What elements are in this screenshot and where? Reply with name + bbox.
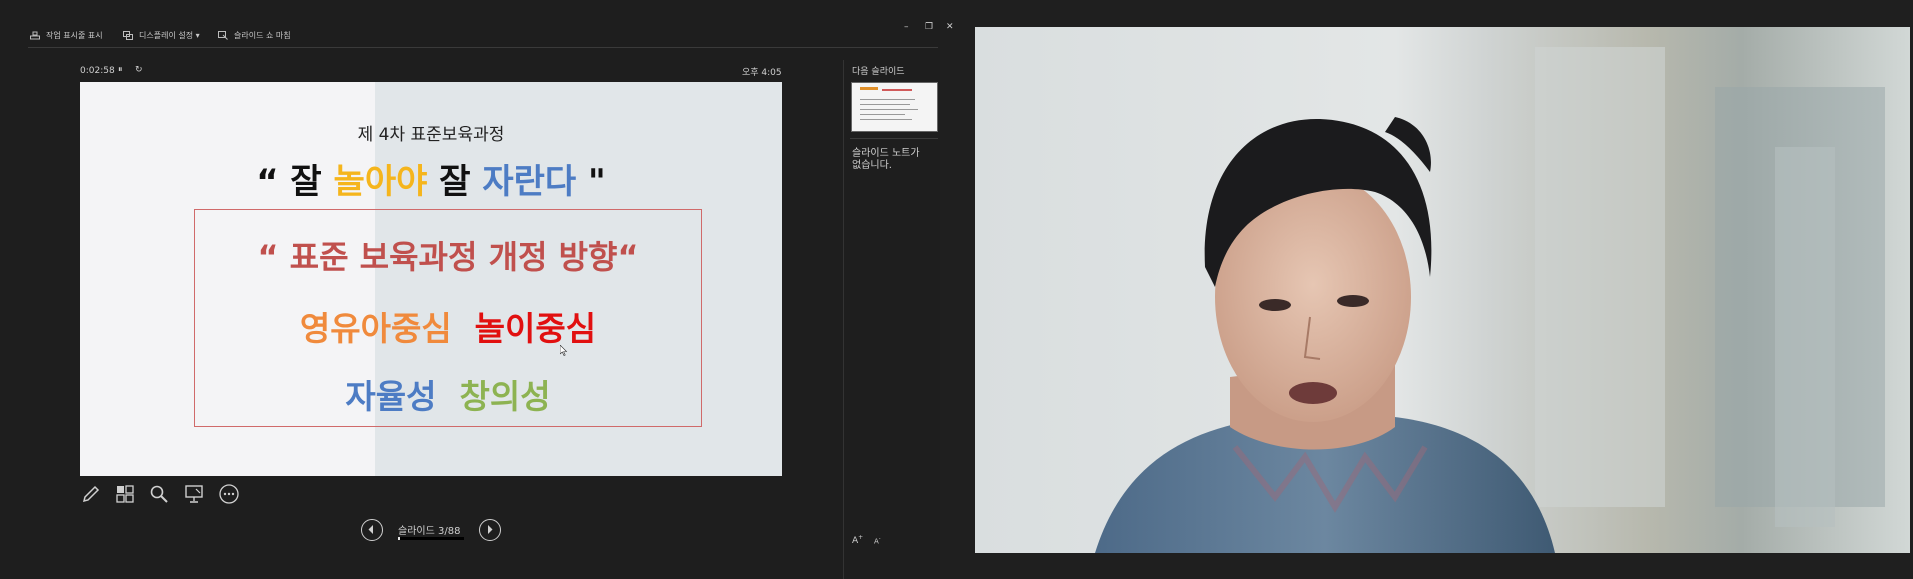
headline-word1: 잘 <box>290 162 334 202</box>
end-slideshow-label: 슬라이드 쇼 마침 <box>234 31 291 40</box>
display-settings-label: 디스플레이 설정 ▾ <box>139 31 200 40</box>
slide-headline: “ 잘 놀아야 잘 자란다 " <box>80 154 782 203</box>
previous-slide-button[interactable] <box>361 519 383 541</box>
close-button[interactable]: ✕ <box>946 22 954 32</box>
taskbar-icon <box>30 31 40 40</box>
toolbar-divider <box>28 47 938 48</box>
show-taskbar-button[interactable]: 작업 표시줄 표시 <box>30 30 103 41</box>
infant-centered-text: 영유아중심 <box>299 309 452 348</box>
more-options-icon[interactable] <box>218 483 240 505</box>
notes-divider <box>850 138 938 139</box>
box-title: “ 표준 보육과정 개정 방향“ <box>257 238 639 276</box>
elapsed-timer: 0:02:58 <box>80 66 115 76</box>
magnifier-icon[interactable] <box>148 483 170 505</box>
display-icon <box>123 31 133 40</box>
grid-icon[interactable] <box>114 483 136 505</box>
restore-button[interactable]: ❐ <box>925 22 933 32</box>
slide-progress-bar <box>398 537 464 540</box>
play-centered-text: 놀이중심 <box>474 309 597 348</box>
headline-close-quote: " <box>576 162 606 202</box>
next-slide-label: 다음 슬라이드 <box>852 67 905 77</box>
speaker-notes: 슬라이드 노트가 없습니다. <box>852 148 920 171</box>
speaker-photo <box>975 27 1910 553</box>
increase-font-button[interactable]: A+ <box>852 534 863 546</box>
box-row2: 영유아중심 놀이중심 <box>195 302 701 350</box>
display-settings-button[interactable]: 디스플레이 설정 ▾ <box>123 30 200 41</box>
next-slide-thumbnail[interactable] <box>851 82 938 132</box>
slide-subtitle: 제 4차 표준보육과정 <box>357 125 505 145</box>
pen-icon[interactable] <box>80 483 102 505</box>
autonomy-text: 자율성 <box>345 377 437 416</box>
box-row3: 자율성 창의성 <box>195 370 701 418</box>
next-slide-button[interactable] <box>479 519 501 541</box>
minimize-button[interactable]: – <box>904 22 909 32</box>
presenter-screen-icon[interactable] <box>183 483 205 505</box>
chevron-right-icon <box>488 525 493 534</box>
pause-button[interactable]: ⏸ <box>118 65 123 75</box>
slide-content-box: “ 표준 보육과정 개정 방향“ 영유아중심 놀이중심 자율성 창의성 <box>194 209 702 427</box>
current-slide: 제 4차 표준보육과정 “ 잘 놀아야 잘 자란다 " “ 표준 보육과정 개정… <box>80 82 782 476</box>
panel-divider <box>843 60 844 579</box>
webcam-video <box>975 27 1910 553</box>
headline-word3: 잘 <box>427 162 483 202</box>
slide-counter: 슬라이드 3/88 <box>398 526 461 537</box>
slide-progress-fill <box>398 537 401 540</box>
mouse-cursor-icon <box>560 345 568 356</box>
decrease-font-button[interactable]: A- <box>874 536 881 545</box>
headline-open-quote: “ <box>256 162 291 202</box>
reset-timer-button[interactable]: ↻ <box>135 65 143 75</box>
presenter-view: 작업 표시줄 표시 디스플레이 설정 ▾ 슬라이드 쇼 마침 – ❐ ✕ 0:0… <box>0 0 954 579</box>
creativity-text: 창의성 <box>459 377 551 416</box>
headline-word2: 놀아야 <box>333 162 428 202</box>
end-slideshow-button[interactable]: 슬라이드 쇼 마침 <box>218 30 291 41</box>
chevron-left-icon <box>368 525 373 534</box>
end-show-icon <box>218 31 228 40</box>
headline-word4: 자란다 <box>482 162 577 202</box>
show-taskbar-label: 작업 표시줄 표시 <box>46 31 103 40</box>
clock: 오후 4:05 <box>742 68 782 78</box>
